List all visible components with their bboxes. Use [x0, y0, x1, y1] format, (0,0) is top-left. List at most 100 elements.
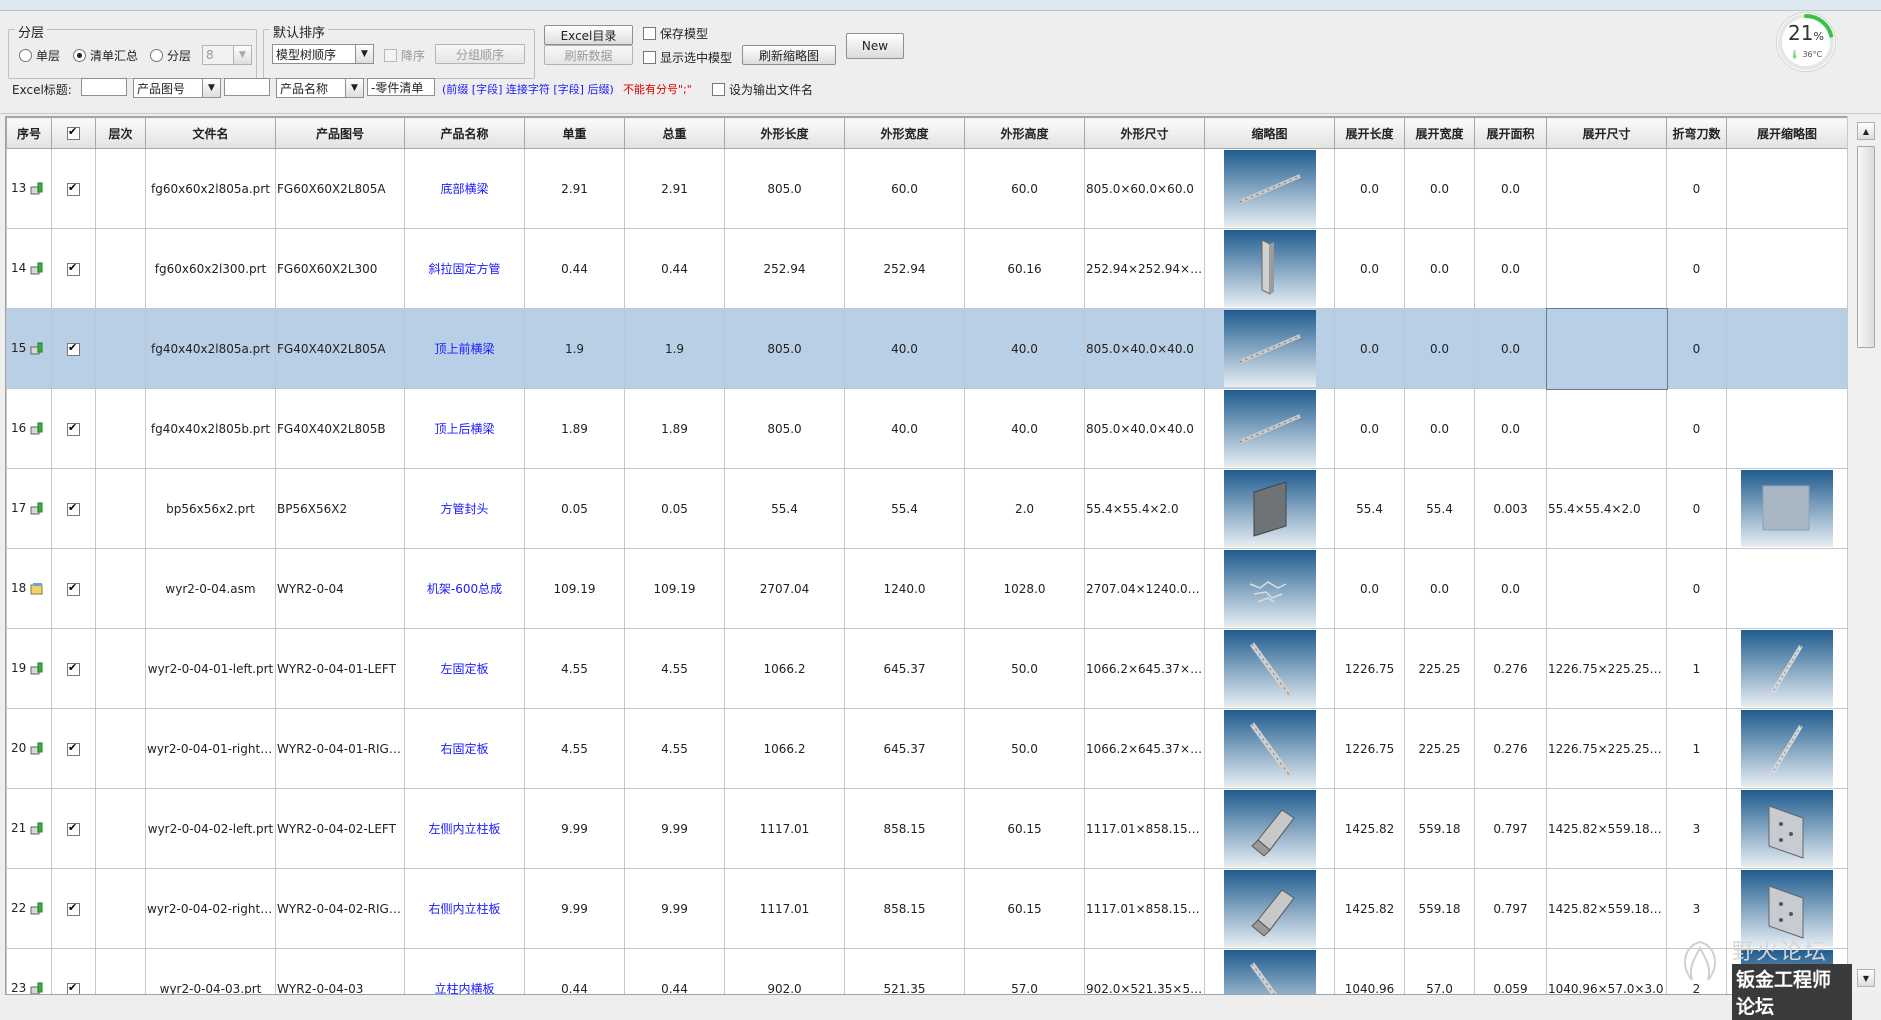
- cell-size[interactable]: 1117.01×858.15×6…: [1084, 868, 1205, 949]
- table-row[interactable]: 15fg40x40x2l805a.prtFG40X40X2L805A顶上前横梁1…: [6, 307, 1847, 390]
- table-row[interactable]: 21 wyr2-0-04-02-left.prtWYR2-0-04-02-LEFT…: [6, 788, 1847, 869]
- cell-level[interactable]: [95, 868, 146, 949]
- cell-fthumb[interactable]: [1726, 708, 1847, 789]
- column-header-0[interactable]: 序号: [6, 117, 52, 149]
- column-header-9[interactable]: 外形宽度: [844, 117, 965, 149]
- chevron-down-icon[interactable]: ▼: [355, 45, 373, 63]
- cell-fthumb[interactable]: [1726, 388, 1847, 469]
- table-row[interactable]: 16fg40x40x2l805b.prtFG40X40X2L805B顶上后横梁1…: [6, 388, 1847, 469]
- cell-size[interactable]: 1117.01×858.15×6…: [1084, 788, 1205, 869]
- column-header-16[interactable]: 展开尺寸: [1546, 117, 1667, 149]
- cpu-usage-widget[interactable]: 21% 🌡 36°C: [1777, 13, 1835, 71]
- row-include-checkbox[interactable]: [67, 901, 80, 916]
- cell-size[interactable]: 1066.2×645.37×50.0: [1084, 628, 1205, 709]
- cell-level[interactable]: [95, 548, 146, 629]
- cell-hgt[interactable]: 40.0: [964, 388, 1085, 469]
- cell-level[interactable]: [95, 148, 146, 229]
- suffix-input[interactable]: -零件清单: [367, 78, 435, 96]
- cell-len[interactable]: 1117.01: [724, 788, 845, 869]
- cell-total[interactable]: 0.44: [624, 228, 725, 309]
- table-row[interactable]: 19 wyr2-0-04-01-left.prtWYR2-0-04-01-LEFT…: [6, 628, 1847, 709]
- cell-unit[interactable]: 4.55: [524, 628, 625, 709]
- cell-thumb[interactable]: [1204, 148, 1335, 229]
- cell-name[interactable]: 顶上后横梁: [404, 388, 525, 469]
- cell-fwid[interactable]: 559.18: [1404, 868, 1475, 949]
- cell-code[interactable]: FG60X60X2L805A: [275, 148, 405, 229]
- cell-len[interactable]: 805.0: [724, 388, 845, 469]
- cell-hgt[interactable]: 60.0: [964, 148, 1085, 229]
- cell-file[interactable]: wyr2-0-04.asm: [145, 548, 276, 629]
- row-include-checkbox[interactable]: [67, 821, 80, 836]
- field1-select[interactable]: 产品图号 ▼: [133, 78, 221, 98]
- cell-fwid[interactable]: 57.0: [1404, 948, 1475, 994]
- cell-seq[interactable]: 16: [6, 388, 52, 469]
- cell-code[interactable]: BP56X56X2: [275, 468, 405, 549]
- cell-name[interactable]: 底部横梁: [404, 148, 525, 229]
- cell-unit[interactable]: 4.55: [524, 708, 625, 789]
- cell-len[interactable]: 1117.01: [724, 868, 845, 949]
- cell-fwid[interactable]: 0.0: [1404, 228, 1475, 309]
- cell-level[interactable]: [95, 788, 146, 869]
- cell-include[interactable]: [51, 628, 96, 709]
- cell-bends[interactable]: 3: [1666, 788, 1727, 869]
- cell-wid[interactable]: 252.94: [844, 228, 965, 309]
- cell-total[interactable]: 0.05: [624, 468, 725, 549]
- cell-fwid[interactable]: 55.4: [1404, 468, 1475, 549]
- cell-seq[interactable]: 17: [6, 468, 52, 549]
- group-order-button[interactable]: 分组顺序: [435, 44, 525, 64]
- cell-thumb[interactable]: [1204, 468, 1335, 549]
- cell-level[interactable]: [95, 628, 146, 709]
- cell-farea[interactable]: 0.276: [1474, 628, 1547, 709]
- cell-wid[interactable]: 40.0: [844, 388, 965, 469]
- cell-fthumb[interactable]: [1726, 228, 1847, 309]
- cell-thumb[interactable]: [1204, 388, 1335, 469]
- cell-hgt[interactable]: 40.0: [964, 308, 1085, 389]
- descending-checkbox[interactable]: 降序: [384, 47, 425, 64]
- cell-total[interactable]: 0.44: [624, 948, 725, 994]
- cell-level[interactable]: [95, 948, 146, 994]
- cell-wid[interactable]: 858.15: [844, 788, 965, 869]
- scroll-up-icon[interactable]: ▲: [1857, 122, 1875, 140]
- cell-fsize[interactable]: 1040.96×57.0×3.0: [1546, 948, 1667, 994]
- radio-list-summary-dot[interactable]: [73, 49, 86, 62]
- cell-bends[interactable]: 1: [1666, 708, 1727, 789]
- parts-table-container[interactable]: 序号层次文件名产品图号产品名称单重总重外形长度外形宽度外形高度外形尺寸缩略图展开…: [5, 116, 1848, 995]
- cell-flen[interactable]: 1425.82: [1334, 788, 1405, 869]
- cell-len[interactable]: 252.94: [724, 228, 845, 309]
- cell-flen[interactable]: 1425.82: [1334, 868, 1405, 949]
- column-header-14[interactable]: 展开宽度: [1404, 117, 1475, 149]
- cell-code[interactable]: FG60X60X2L300: [275, 228, 405, 309]
- table-row[interactable]: 23wyr2-0-04-03.prtWYR2-0-04-03立柱内横板0.440…: [6, 948, 1847, 994]
- cell-len[interactable]: 902.0: [724, 948, 845, 994]
- cell-seq[interactable]: 18: [6, 548, 52, 629]
- column-header-8[interactable]: 外形长度: [724, 117, 845, 149]
- cell-bends[interactable]: 0: [1666, 228, 1727, 309]
- cell-name[interactable]: 立柱内横板: [404, 948, 525, 994]
- cell-farea[interactable]: 0.0: [1474, 388, 1547, 469]
- cell-hgt[interactable]: 1028.0: [964, 548, 1085, 629]
- cell-seq[interactable]: 22: [6, 868, 52, 949]
- cell-include[interactable]: [51, 868, 96, 949]
- cell-fthumb[interactable]: [1726, 468, 1847, 549]
- cell-thumb[interactable]: [1204, 628, 1335, 709]
- table-row[interactable]: 14fg60x60x2l300.prtFG60X60X2L300斜拉固定方管0.…: [6, 228, 1847, 309]
- cell-fwid[interactable]: 559.18: [1404, 788, 1475, 869]
- cell-wid[interactable]: 645.37: [844, 708, 965, 789]
- cell-flen[interactable]: 55.4: [1334, 468, 1405, 549]
- set-output-filename-checkbox-box[interactable]: [712, 83, 725, 96]
- cell-level[interactable]: [95, 708, 146, 789]
- cell-fthumb[interactable]: [1726, 548, 1847, 629]
- cell-seq[interactable]: 13: [6, 148, 52, 229]
- cell-size[interactable]: 805.0×60.0×60.0: [1084, 148, 1205, 229]
- row-include-checkbox[interactable]: [67, 181, 80, 196]
- cell-code[interactable]: WYR2-0-04-01-RIGHT: [275, 708, 405, 789]
- cell-level[interactable]: [95, 308, 146, 389]
- cell-file[interactable]: fg60x60x2l300.prt: [145, 228, 276, 309]
- cell-farea[interactable]: 0.276: [1474, 708, 1547, 789]
- row-include-checkbox[interactable]: [67, 661, 80, 676]
- cell-flen[interactable]: 1226.75: [1334, 708, 1405, 789]
- save-model-checkbox[interactable]: 保存模型: [643, 25, 708, 42]
- cell-fsize[interactable]: 1226.75×225.25×3.0: [1546, 628, 1667, 709]
- cell-farea[interactable]: 0.797: [1474, 868, 1547, 949]
- cell-size[interactable]: 2707.04×1240.0×1…: [1084, 548, 1205, 629]
